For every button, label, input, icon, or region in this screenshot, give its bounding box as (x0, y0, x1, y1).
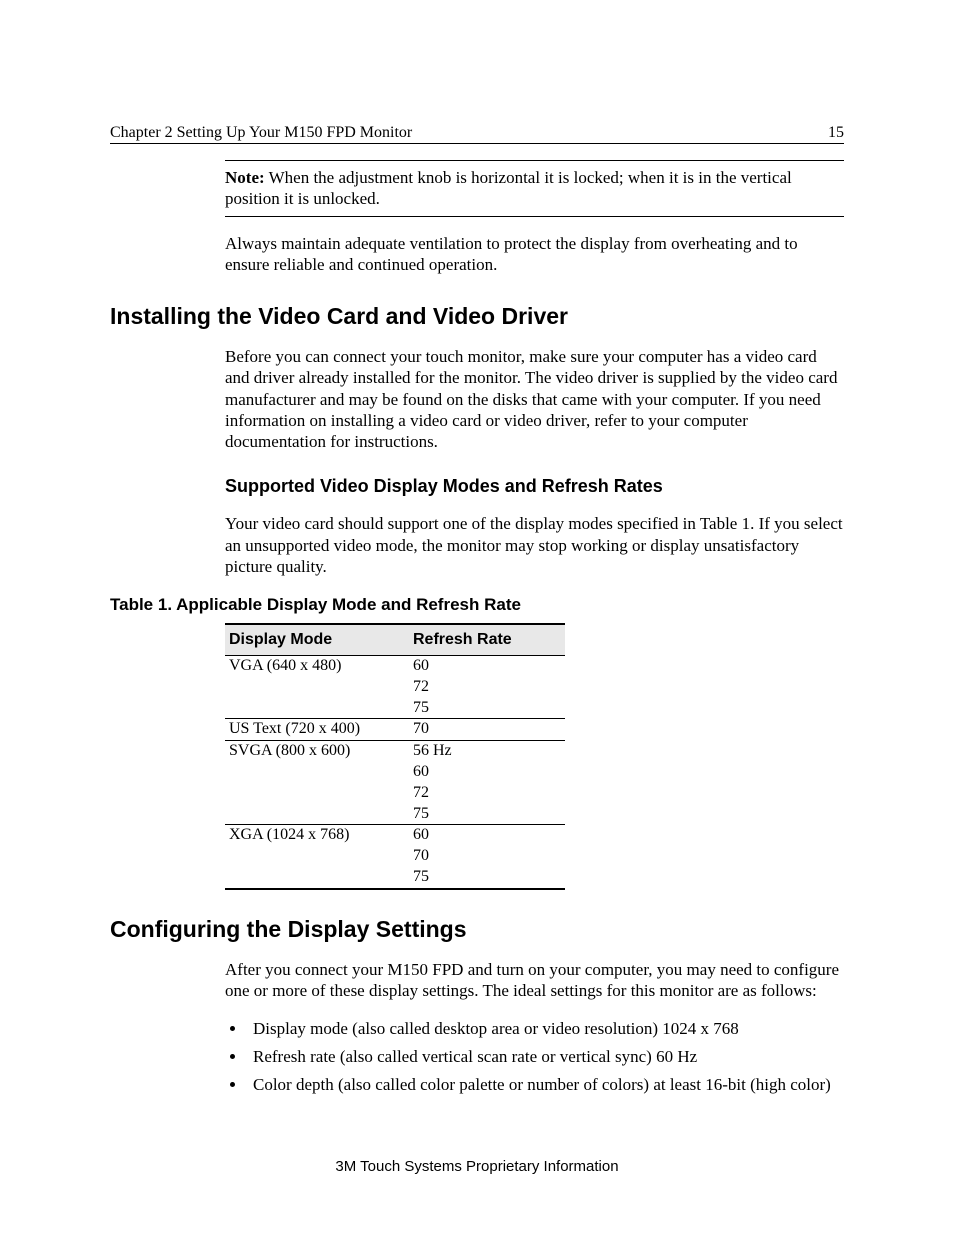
running-header: Chapter 2 Setting Up Your M150 FPD Monit… (110, 124, 844, 144)
display-modes-table: Display Mode Refresh Rate VGA (640 x 480… (225, 623, 565, 890)
content: Note: When the adjustment knob is horizo… (110, 160, 844, 1097)
table-cell-rate: 70 (409, 846, 565, 867)
table-cell-rate: 56 Hz (409, 741, 565, 762)
table-cell-rate: 72 (409, 677, 565, 698)
section-heading-install: Installing the Video Card and Video Driv… (110, 303, 844, 330)
table-cell-rate: 60 (409, 762, 565, 783)
list-item: Color depth (also called color palette o… (247, 1073, 844, 1097)
table-cell-mode (225, 762, 409, 783)
table-cell-rate: 60 (409, 656, 565, 677)
table-row: 72 (225, 677, 565, 698)
install-body: Before you can connect your touch monito… (225, 346, 844, 452)
config-body: After you connect your M150 FPD and turn… (225, 959, 844, 1002)
table-cell-rate: 75 (409, 867, 565, 889)
table-row: VGA (640 x 480)60 (225, 656, 565, 677)
table-cell-mode (225, 867, 409, 889)
table-cell-rate: 75 (409, 804, 565, 825)
table-row: 70 (225, 846, 565, 867)
table-row: 60 (225, 762, 565, 783)
note-label: Note: (225, 168, 265, 187)
table-cell-rate: 72 (409, 783, 565, 804)
footer: 3M Touch Systems Proprietary Information (0, 1158, 954, 1175)
table-cell-mode: SVGA (800 x 600) (225, 741, 409, 762)
table-cell-rate: 70 (409, 719, 565, 741)
table-header-rate: Refresh Rate (409, 624, 565, 656)
ventilation-paragraph: Always maintain adequate ventilation to … (225, 233, 844, 276)
section-heading-config: Configuring the Display Settings (110, 916, 844, 943)
list-item: Display mode (also called desktop area o… (247, 1017, 844, 1041)
table-row: 75 (225, 804, 565, 825)
table-cell-rate: 75 (409, 698, 565, 719)
config-bullets-list: Display mode (also called desktop area o… (225, 1017, 844, 1096)
subsection-heading-modes: Supported Video Display Modes and Refres… (225, 476, 844, 497)
table-cell-mode: US Text (720 x 400) (225, 719, 409, 741)
table-cell-mode (225, 804, 409, 825)
table-header-row: Display Mode Refresh Rate (225, 624, 565, 656)
header-page-number: 15 (828, 124, 844, 142)
header-chapter: Chapter 2 Setting Up Your M150 FPD Monit… (110, 124, 412, 142)
table-caption: Table 1. Applicable Display Mode and Ref… (110, 595, 844, 615)
note-text: When the adjustment knob is horizontal i… (225, 168, 792, 208)
table-row: 75 (225, 698, 565, 719)
table-row: XGA (1024 x 768)60 (225, 825, 565, 846)
table-cell-mode (225, 677, 409, 698)
table-header-mode: Display Mode (225, 624, 409, 656)
table-row: 72 (225, 783, 565, 804)
modes-body: Your video card should support one of th… (225, 513, 844, 577)
table-row: US Text (720 x 400)70 (225, 719, 565, 741)
table-cell-mode: VGA (640 x 480) (225, 656, 409, 677)
list-item: Refresh rate (also called vertical scan … (247, 1045, 844, 1069)
note-box: Note: When the adjustment knob is horizo… (225, 160, 844, 217)
table-cell-mode (225, 783, 409, 804)
table-cell-mode (225, 846, 409, 867)
table-row: 75 (225, 867, 565, 889)
table-row: SVGA (800 x 600)56 Hz (225, 741, 565, 762)
table-cell-mode (225, 698, 409, 719)
table-cell-rate: 60 (409, 825, 565, 846)
page: Chapter 2 Setting Up Your M150 FPD Monit… (0, 0, 954, 1235)
table-cell-mode: XGA (1024 x 768) (225, 825, 409, 846)
